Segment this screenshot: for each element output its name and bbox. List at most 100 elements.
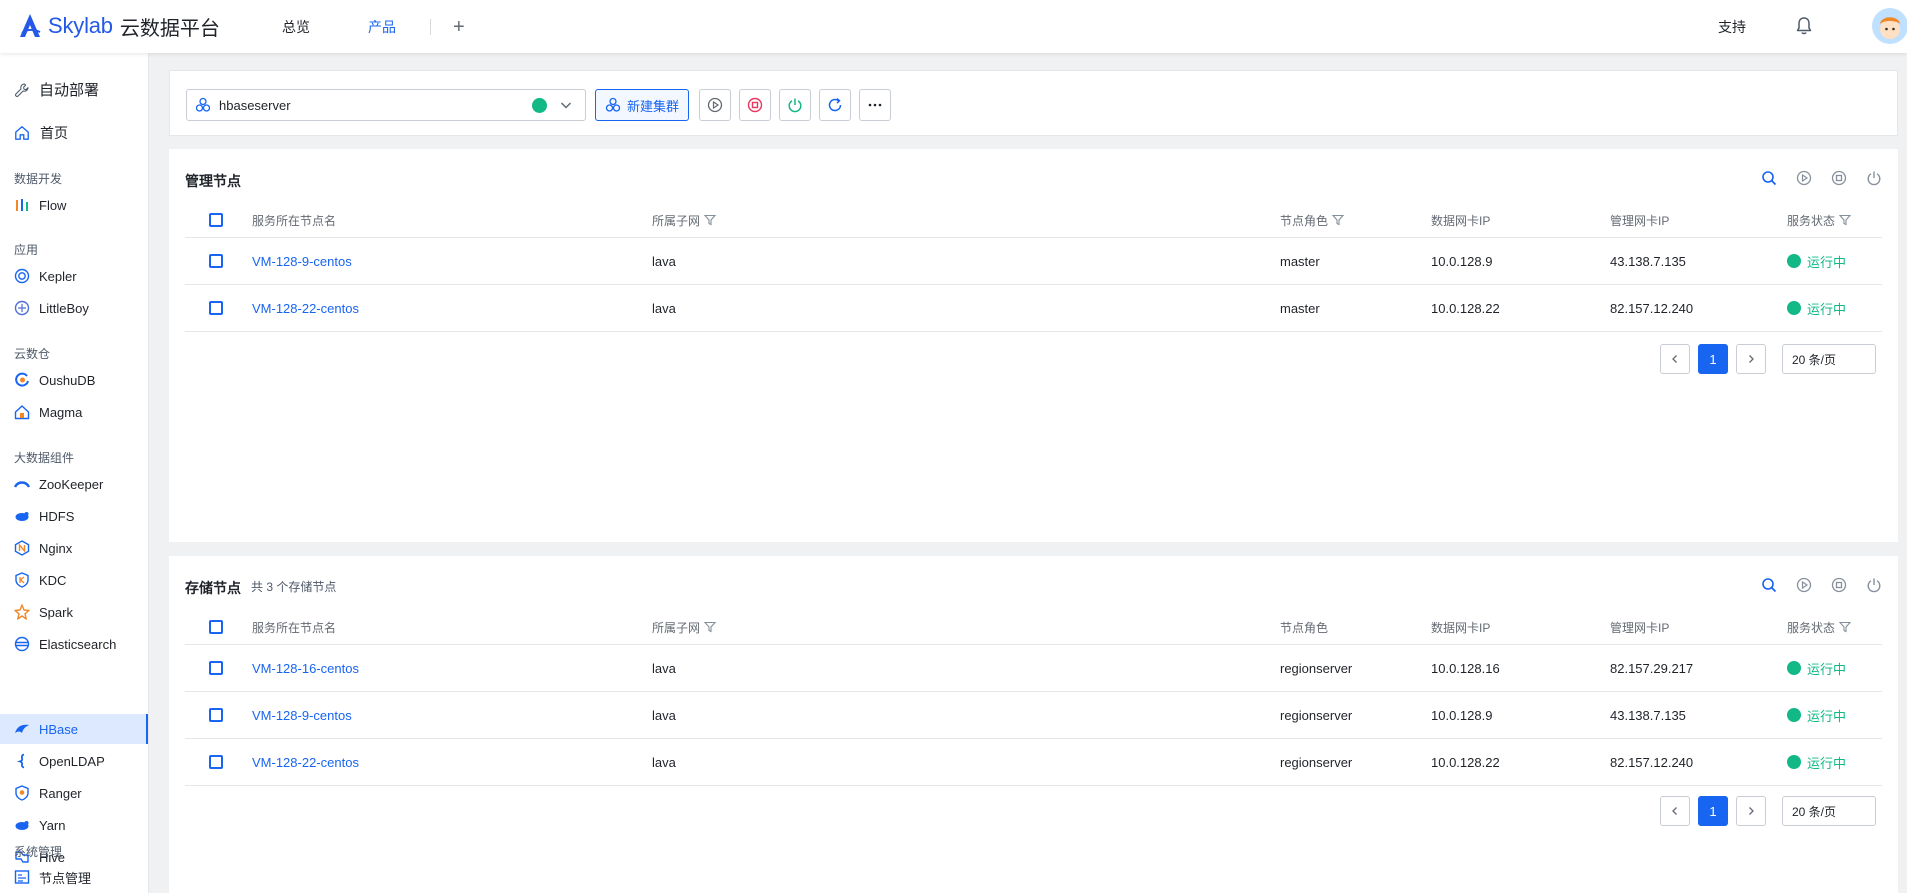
prev-page-button[interactable]: [1660, 796, 1690, 826]
filter-icon[interactable]: [1839, 621, 1852, 633]
stop-button[interactable]: [739, 89, 771, 121]
table-row: VM-128-22-centos lava master 10.0.128.22…: [185, 285, 1882, 332]
role-cell: regionserver: [1280, 707, 1353, 723]
power-icon[interactable]: [1866, 577, 1882, 593]
sidebar-item-label: 节点管理: [39, 870, 92, 886]
node-name-link[interactable]: VM-128-9-centos: [252, 254, 352, 269]
subnet-cell: lava: [652, 300, 676, 316]
node-name-cell: VM-128-9-centos: [252, 238, 352, 284]
new-cluster-button[interactable]: 新建集群: [595, 89, 689, 121]
sidebar-item-hdfs[interactable]: HDFS: [0, 501, 148, 531]
zookeeper-icon: [14, 481, 30, 488]
nav-products[interactable]: 产品: [368, 17, 396, 37]
sidebar-item-magma[interactable]: Magma: [0, 397, 148, 427]
sidebar-header-label: 自动部署: [39, 82, 100, 99]
role-cell: master: [1280, 300, 1320, 316]
sidebar-item-label: Kepler: [39, 268, 77, 284]
col-status[interactable]: 服务状态: [1787, 203, 1852, 237]
more-button[interactable]: [859, 89, 891, 121]
data-ip-cell: 10.0.128.9: [1431, 253, 1493, 269]
mgmt-ip-cell: 43.138.7.135: [1610, 707, 1686, 723]
sidebar-item-littleboy[interactable]: LittleBoy: [0, 293, 148, 323]
col-label: 管理网卡IP: [1610, 213, 1670, 228]
stop-circle-icon[interactable]: [1831, 170, 1847, 186]
sidebar-item-label: HBase: [39, 721, 79, 737]
play-circle-icon[interactable]: [1796, 577, 1812, 593]
sidebar-item-spark[interactable]: Spark: [0, 597, 148, 627]
row-checkbox[interactable]: [209, 708, 223, 722]
page-number-button[interactable]: 1: [1698, 796, 1728, 826]
add-tab-icon[interactable]: +: [453, 17, 465, 37]
select-all-checkbox[interactable]: [209, 620, 223, 634]
col-label: 服务所在节点名: [252, 213, 337, 228]
cluster-select-value: hbaseserver: [219, 97, 291, 113]
next-page-button[interactable]: [1736, 344, 1766, 374]
col-status[interactable]: 服务状态: [1787, 610, 1852, 644]
sidebar-item-kepler[interactable]: Kepler: [0, 261, 148, 291]
row-checkbox[interactable]: [209, 301, 223, 315]
filter-icon[interactable]: [704, 214, 717, 226]
node-name-link[interactable]: VM-128-9-centos: [252, 708, 352, 723]
node-name-link[interactable]: VM-128-22-centos: [252, 301, 359, 316]
row-select-cell: [209, 692, 223, 738]
node-name-link[interactable]: VM-128-16-centos: [252, 661, 359, 676]
row-checkbox[interactable]: [209, 254, 223, 268]
sidebar-item-hbase[interactable]: HBase: [0, 714, 148, 744]
bell-icon[interactable]: [1794, 16, 1814, 36]
start-button[interactable]: [699, 89, 731, 121]
group-bigdata: 大数据组件: [14, 451, 75, 465]
select-all-checkbox[interactable]: [209, 213, 223, 227]
sidebar-item-kdc[interactable]: KDC: [0, 565, 148, 595]
user-avatar[interactable]: [1872, 8, 1907, 44]
cluster-select[interactable]: hbaseserver: [186, 89, 586, 121]
page-size-select[interactable]: 20 条/页: [1782, 344, 1876, 374]
col-subnet[interactable]: 所属子网: [652, 203, 717, 237]
filter-icon[interactable]: [704, 621, 717, 633]
flow-icon: [16, 199, 28, 211]
sidebar-item-zookeeper[interactable]: ZooKeeper: [0, 469, 148, 499]
sidebar-item-nginx[interactable]: Nginx: [0, 533, 148, 563]
select-all-cell: [209, 203, 223, 237]
sidebar-item-openldap[interactable]: OpenLDAP: [0, 746, 148, 776]
col-subnet[interactable]: 所属子网: [652, 610, 717, 644]
data-ip-cell: 10.0.128.9: [1431, 707, 1493, 723]
table-row: VM-128-9-centos lava regionserver 10.0.1…: [185, 692, 1882, 739]
refresh-button[interactable]: [819, 89, 851, 121]
power-icon[interactable]: [1866, 170, 1882, 186]
stop-circle-icon[interactable]: [1831, 577, 1847, 593]
sidebar-item-label: Spark: [39, 604, 73, 620]
play-circle-icon[interactable]: [1796, 170, 1812, 186]
page-number-button[interactable]: 1: [1698, 344, 1728, 374]
sidebar-item-node-management[interactable]: 节点管理: [0, 862, 149, 892]
sidebar-item-home[interactable]: 首页: [14, 123, 68, 143]
kepler-icon: [14, 268, 30, 284]
next-page-button[interactable]: [1736, 796, 1766, 826]
support-link[interactable]: 支持: [1718, 17, 1746, 37]
col-node-name: 服务所在节点名: [252, 610, 336, 644]
filter-icon[interactable]: [1332, 214, 1345, 226]
page-size-select[interactable]: 20 条/页: [1782, 796, 1876, 826]
sidebar-item-label: Yarn: [39, 817, 66, 833]
logo[interactable]: Skylab 云数据平台: [18, 12, 220, 40]
cluster-toolbar: hbaseserver 新建集群: [169, 70, 1898, 136]
sidebar-item-label: HDFS: [39, 508, 75, 524]
sidebar-item-oushudb[interactable]: OushuDB: [0, 365, 148, 395]
sidebar-item-yarn[interactable]: Yarn: [0, 810, 148, 840]
nav-overview[interactable]: 总览: [282, 17, 310, 37]
power-icon: [788, 98, 802, 113]
power-button[interactable]: [779, 89, 811, 121]
row-checkbox[interactable]: [209, 661, 223, 675]
sidebar-item-elasticsearch[interactable]: Elasticsearch: [0, 629, 148, 659]
table-header: 服务所在节点名 所属子网 节点角色 数据网卡IP 管理网卡IP 服务状态: [185, 203, 1882, 238]
row-checkbox[interactable]: [209, 755, 223, 769]
prev-page-button[interactable]: [1660, 344, 1690, 374]
sidebar-item-ranger[interactable]: Ranger: [0, 778, 148, 808]
search-icon[interactable]: [1761, 170, 1777, 186]
sidebar: 自动部署 首页 数据开发 Flow 应用 Kepler LittleBoy 云数…: [0, 53, 149, 893]
search-icon[interactable]: [1761, 577, 1777, 593]
sidebar-item-flow[interactable]: Flow: [0, 190, 148, 220]
col-role[interactable]: 节点角色: [1280, 203, 1345, 237]
node-management-icon: [14, 870, 30, 884]
filter-icon[interactable]: [1839, 214, 1852, 226]
node-name-link[interactable]: VM-128-22-centos: [252, 755, 359, 770]
